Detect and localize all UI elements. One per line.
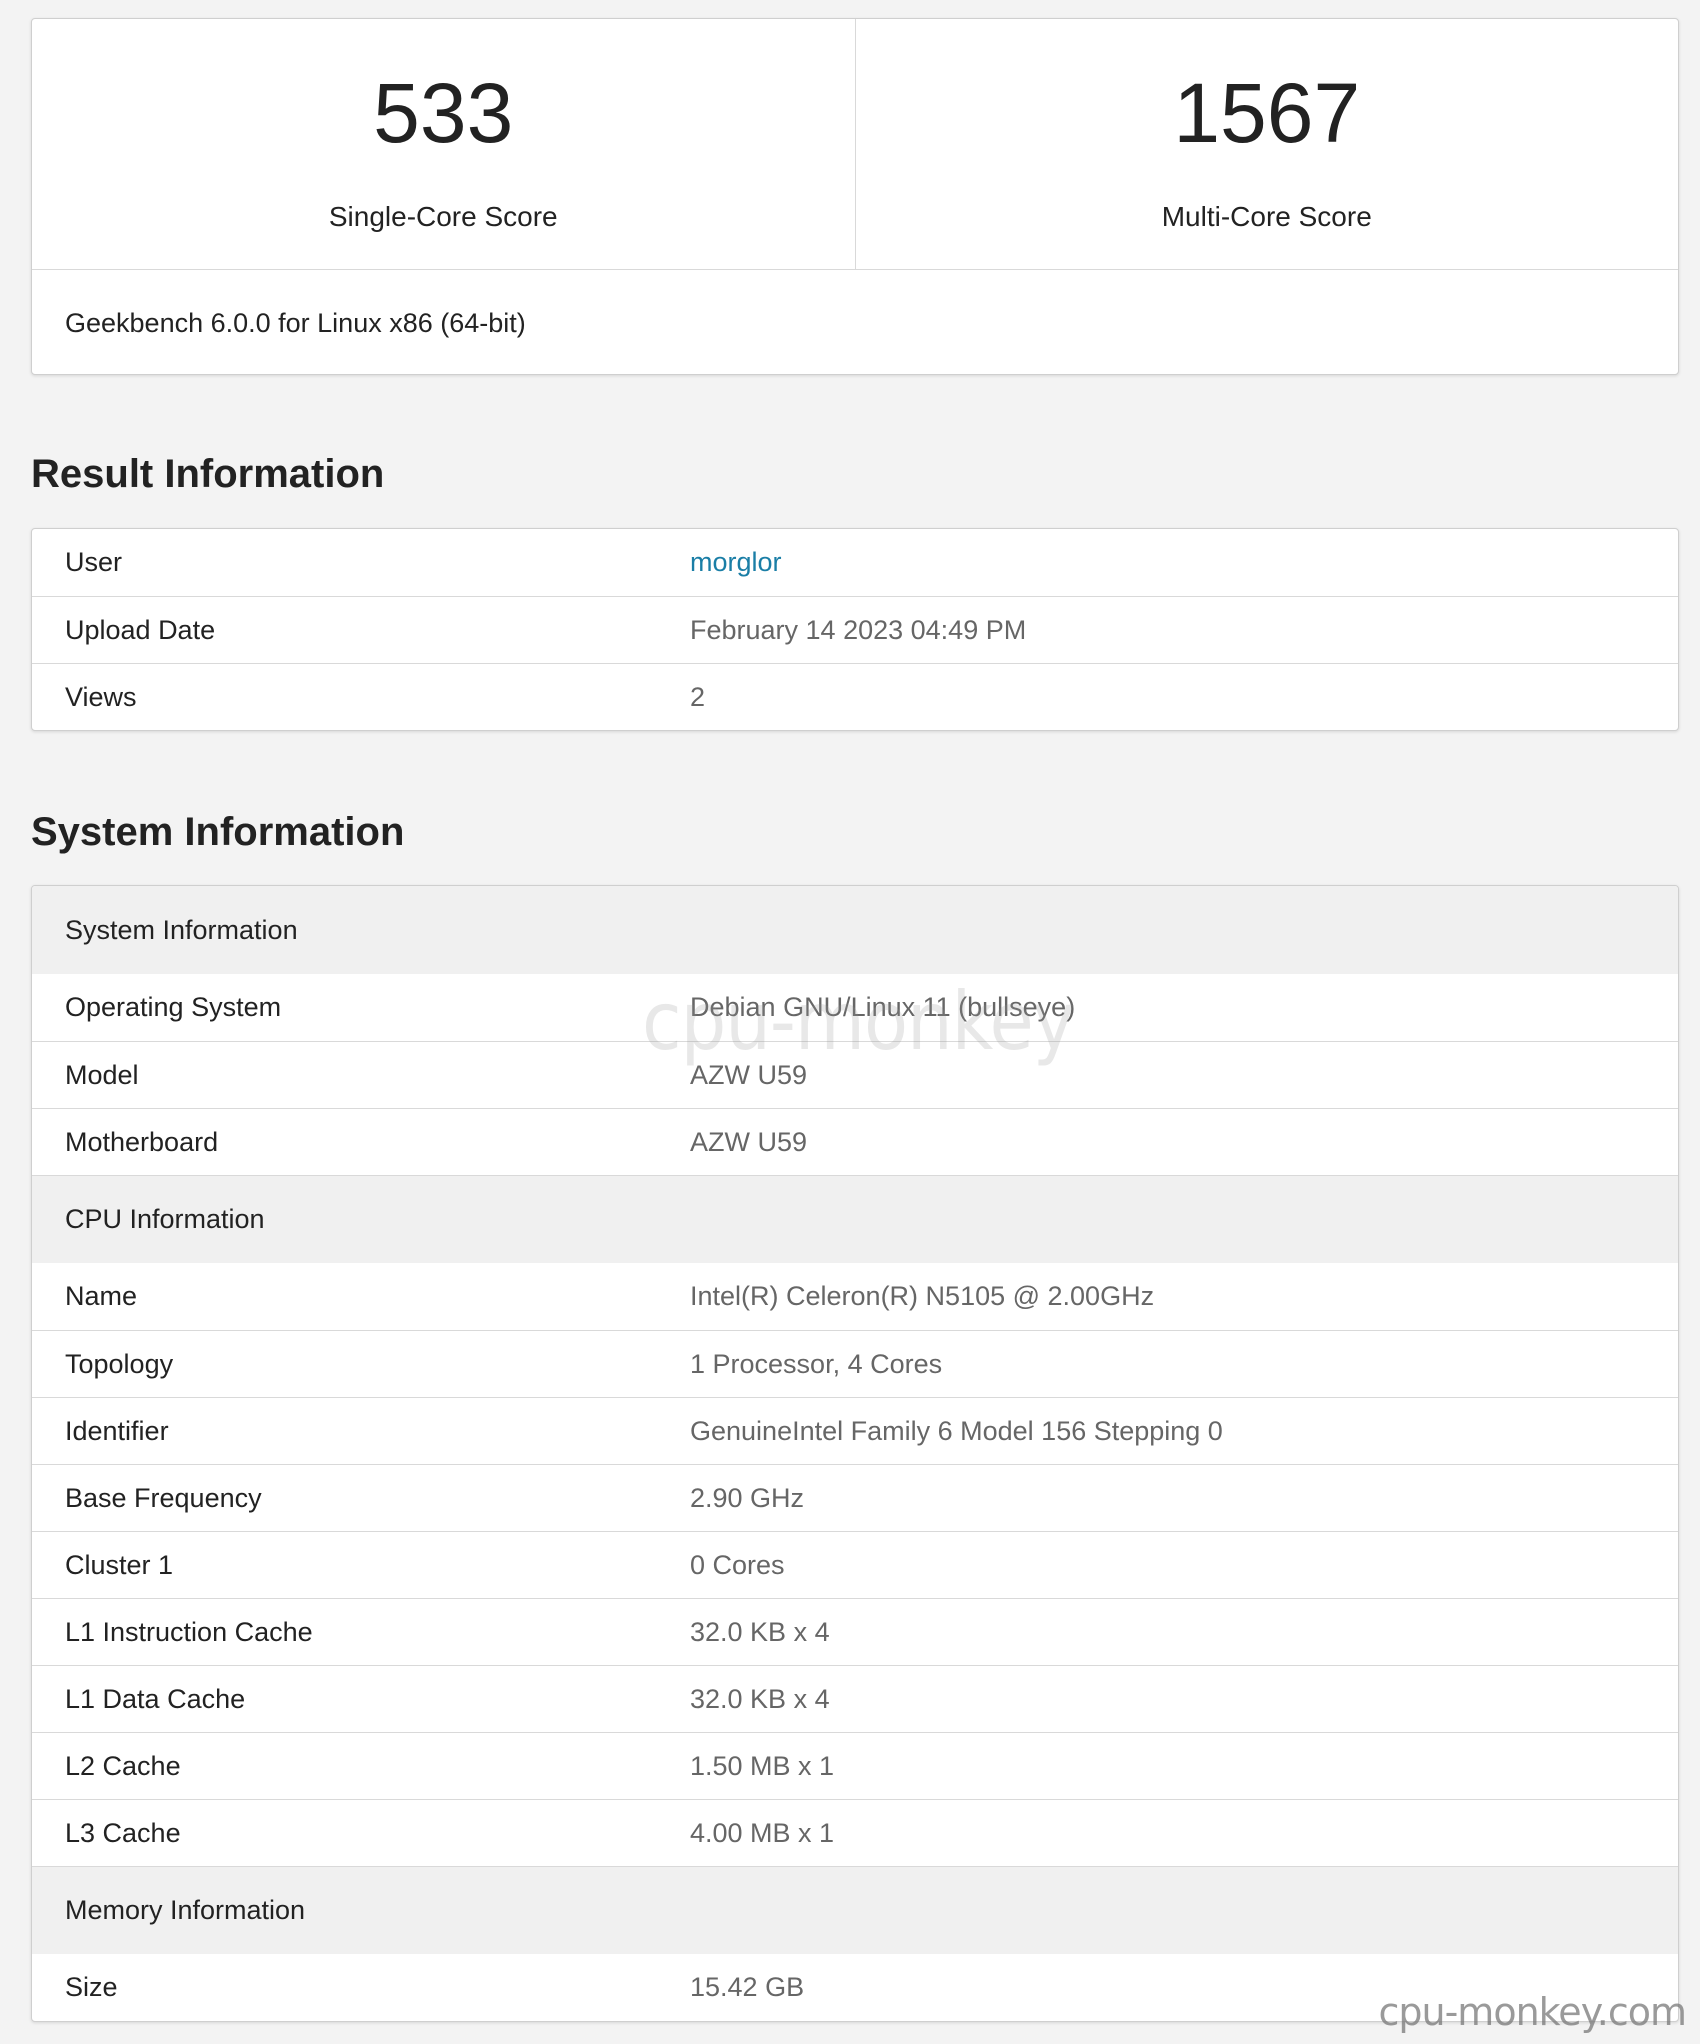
table-row: Upload Date February 14 2023 04:49 PM xyxy=(32,596,1678,663)
row-label: Size xyxy=(65,1972,118,2002)
row-label: Operating System xyxy=(65,992,282,1022)
score-card: 533 Single-Core Score 1567 Multi-Core Sc… xyxy=(31,18,1679,375)
table-row: User morglor xyxy=(32,529,1678,596)
table-row: Motherboard AZW U59 xyxy=(32,1108,1678,1175)
row-label: L1 Data Cache xyxy=(65,1683,246,1714)
table-row: Topology 1 Processor, 4 Cores xyxy=(32,1330,1678,1397)
row-value: 4.00 MB x 1 xyxy=(690,1817,835,1848)
table-row: L2 Cache 1.50 MB x 1 xyxy=(32,1732,1678,1799)
result-information-table: User morglor Upload Date February 14 202… xyxy=(31,528,1679,731)
table-row: Name Intel(R) Celeron(R) N5105 @ 2.00GHz xyxy=(32,1263,1678,1330)
row-value: 32.0 KB x 4 xyxy=(690,1616,830,1647)
single-core-score-label: Single-Core Score xyxy=(328,201,558,232)
row-value: February 14 2023 04:49 PM xyxy=(690,614,1027,645)
section-heading: CPU Information xyxy=(32,1175,1678,1263)
table-row: L1 Instruction Cache 32.0 KB x 4 xyxy=(32,1598,1678,1665)
user-link[interactable]: morglor xyxy=(690,547,782,578)
row-label: Cluster 1 xyxy=(65,1549,174,1580)
result-information-title: Result Information xyxy=(31,452,385,496)
scores-row: 533 Single-Core Score 1567 Multi-Core Sc… xyxy=(32,19,1678,270)
system-information-title: System Information xyxy=(31,810,405,854)
table-row: Base Frequency 2.90 GHz xyxy=(32,1464,1678,1531)
table-row: Operating System Debian GNU/Linux 11 (bu… xyxy=(32,974,1678,1041)
benchmark-version: Geekbench 6.0.0 for Linux x86 (64-bit) xyxy=(65,307,526,338)
single-core-score: 533 Single-Core Score xyxy=(32,19,855,269)
table-row: L3 Cache 4.00 MB x 1 xyxy=(32,1799,1678,1866)
row-value: Debian GNU/Linux 11 (bullseye) xyxy=(690,992,1076,1022)
row-value: 0 Cores xyxy=(690,1549,785,1580)
row-value: Intel(R) Celeron(R) N5105 @ 2.00GHz xyxy=(690,1281,1155,1311)
row-value: GenuineIntel Family 6 Model 156 Stepping… xyxy=(690,1415,1223,1446)
row-value: AZW U59 xyxy=(690,1059,808,1090)
multi-core-score-label: Multi-Core Score xyxy=(1161,201,1372,232)
table-row: Identifier GenuineIntel Family 6 Model 1… xyxy=(32,1397,1678,1464)
row-value: 1.50 MB x 1 xyxy=(690,1750,835,1781)
table-row: L1 Data Cache 32.0 KB x 4 xyxy=(32,1665,1678,1732)
row-label: Motherboard xyxy=(65,1126,219,1157)
row-label: Name xyxy=(65,1281,138,1311)
multi-core-score: 1567 Multi-Core Score xyxy=(854,19,1679,269)
row-value: 2 xyxy=(690,681,706,712)
single-core-score-value: 533 xyxy=(373,66,514,160)
row-label: Base Frequency xyxy=(65,1482,262,1513)
table-row: Model AZW U59 xyxy=(32,1041,1678,1108)
table-row: Views 2 xyxy=(32,663,1678,730)
row-label: Model xyxy=(65,1059,139,1090)
row-label: L2 Cache xyxy=(65,1750,181,1781)
section-heading: System Information xyxy=(32,886,1678,974)
multi-core-score-value: 1567 xyxy=(1173,66,1361,160)
table-row: Size 15.42 GB xyxy=(32,1954,1678,2021)
row-value: 1 Processor, 4 Cores xyxy=(690,1348,943,1379)
system-information-table: System Information Operating System Debi… xyxy=(31,885,1679,2022)
row-label: L3 Cache xyxy=(65,1817,181,1848)
row-label: Upload Date xyxy=(65,614,216,645)
row-value: AZW U59 xyxy=(690,1126,808,1157)
row-label: Topology xyxy=(65,1348,174,1379)
row-value: 15.42 GB xyxy=(690,1972,805,2002)
row-label: Identifier xyxy=(65,1415,169,1446)
row-label: Views xyxy=(65,681,137,712)
row-value: 32.0 KB x 4 xyxy=(690,1683,830,1714)
row-label: L1 Instruction Cache xyxy=(65,1616,313,1647)
table-row: Cluster 1 0 Cores xyxy=(32,1531,1678,1598)
section-heading: Memory Information xyxy=(32,1866,1678,1954)
row-value: 2.90 GHz xyxy=(690,1482,805,1513)
row-label: User xyxy=(65,547,123,577)
